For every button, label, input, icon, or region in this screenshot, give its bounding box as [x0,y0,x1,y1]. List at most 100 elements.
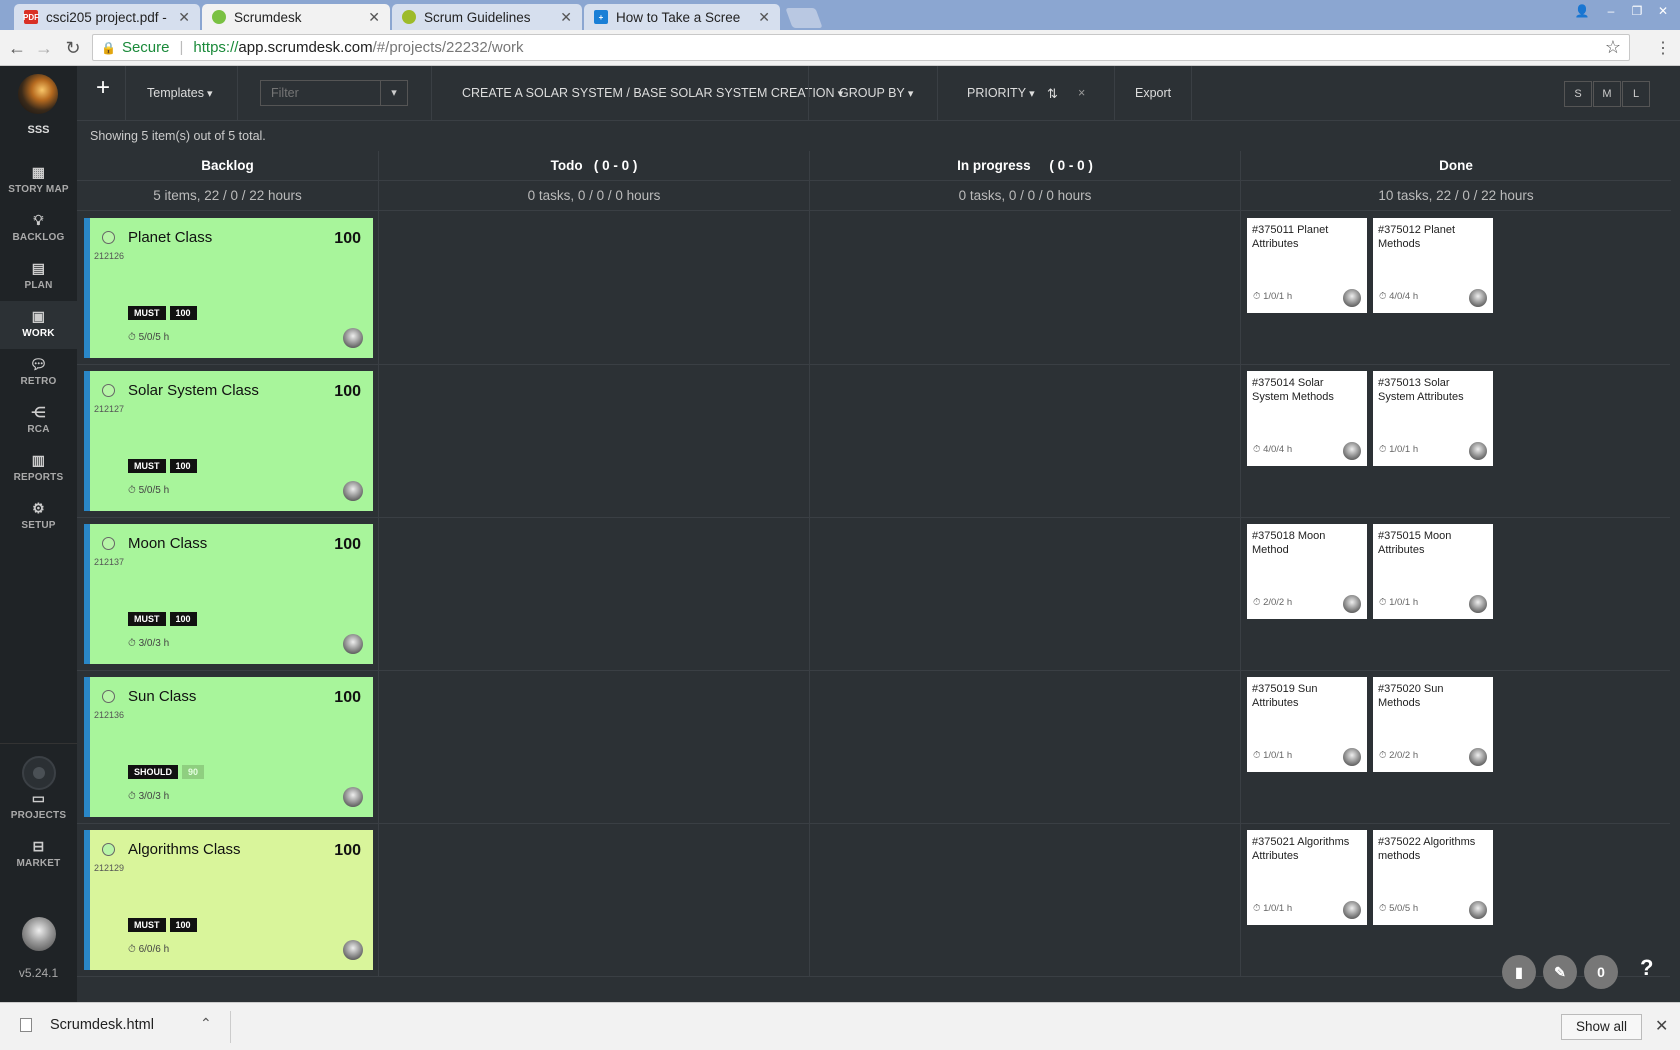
sprint-breadcrumb-dropdown[interactable]: CREATE A SOLAR SYSTEM / BASE SOLAR SYSTE… [462,86,843,100]
show-all-button[interactable]: Show all [1561,1014,1642,1040]
moscow-badge: MUST [128,459,166,473]
task-card[interactable]: #375021 Algorithms Attributes ⏱ 1/0/1 h [1247,830,1367,925]
assignee-avatar[interactable] [343,328,363,348]
business-value-badge: 100 [169,306,197,320]
sidebar-item-story-map[interactable]: ▦ STORY MAP [0,157,77,205]
task-title: #375011 Planet Attributes [1252,224,1329,250]
new-tab-button[interactable] [785,8,823,28]
story-card[interactable]: Algorithms Class 212129 100 MUST 100 ⏱ 6… [84,830,373,970]
browser-menu-icon[interactable]: ⋮ [1655,38,1671,58]
profile-icon[interactable]: 👤 [1570,2,1594,20]
story-card[interactable]: Solar System Class 212127 100 MUST 100 ⏱… [84,371,373,511]
assignee-avatar[interactable] [1469,289,1487,307]
restore-icon[interactable]: ❐ [1625,2,1649,20]
assignee-avatar[interactable] [1343,595,1361,613]
add-item-button[interactable]: + [91,74,115,102]
clear-sort-button[interactable]: × [1078,86,1085,100]
export-button[interactable]: Export [1135,86,1171,100]
task-card[interactable]: #375020 Sun Methods ⏱ 2/0/2 h [1373,677,1493,772]
sidebar-item-label: RCA [27,424,50,435]
user-avatar[interactable] [22,917,56,951]
sidebar-item-label: PLAN [24,280,53,291]
filter-dropdown-button[interactable]: ▾ [380,80,408,106]
tab-label: csci205 project.pdf - [46,9,167,25]
sidebar-item-work[interactable]: ▣ WORK [0,301,77,349]
browser-tab-pdf[interactable]: PDF csci205 project.pdf - ✕ [14,4,200,30]
chevron-up-icon[interactable]: ⌃ [200,1015,212,1032]
task-card[interactable]: #375012 Planet Methods ⏱ 4/0/4 h [1373,218,1493,313]
assignee-avatar[interactable] [1469,442,1487,460]
close-icon[interactable]: ✕ [560,9,572,26]
assignee-avatar[interactable] [343,787,363,807]
url-path: /#/projects/22232/work [372,39,524,56]
task-card[interactable]: #375011 Planet Attributes ⏱ 1/0/1 h [1247,218,1367,313]
sidebar-item-retro[interactable]: 💬︎ RETRO [0,349,77,397]
close-icon[interactable]: ✕ [178,9,190,26]
task-card[interactable]: #375015 Moon Attributes ⏱ 1/0/1 h [1373,524,1493,619]
priority-sort-dropdown[interactable]: PRIORITY [967,86,1035,100]
browser-tab-scrum-guidelines[interactable]: Scrum Guidelines ✕ [392,4,582,30]
story-card[interactable]: Sun Class 212136 100 SHOULD 90 ⏱ 3/0/3 h [84,677,373,817]
task-card[interactable]: #375013 Solar System Attributes ⏱ 1/0/1 … [1373,371,1493,466]
sidebar-item-reports[interactable]: ▥ REPORTS [0,445,77,493]
bookmark-star-icon[interactable]: ☆ [1605,37,1621,58]
sidebar-item-projects[interactable]: ▭ PROJECTS [0,783,77,831]
close-icon[interactable]: ✕ [368,9,380,26]
reload-icon[interactable]: ↻ [63,38,83,58]
download-item[interactable]: Scrumdesk.html [20,1017,154,1033]
group-by-dropdown[interactable]: GROUP BY [839,86,913,100]
close-icon[interactable]: ✕ [1655,1016,1668,1036]
assignee-avatar[interactable] [1469,748,1487,766]
story-status-radio[interactable] [102,690,115,703]
assignee-avatar[interactable] [343,481,363,501]
assignee-avatar[interactable] [1343,289,1361,307]
assignee-avatar[interactable] [343,634,363,654]
briefcase-icon: ▣ [31,308,46,324]
sidebar-item-backlog[interactable]: 💡︎ BACKLOG [0,205,77,253]
minimize-icon[interactable]: – [1599,2,1623,20]
assignee-avatar[interactable] [1469,901,1487,919]
browser-tab-scrumdesk[interactable]: Scrumdesk ✕ [202,4,390,30]
sidebar-item-setup[interactable]: ⚙ SETUP [0,493,77,541]
size-s-button[interactable]: S [1564,81,1592,107]
assignee-avatar[interactable] [1343,442,1361,460]
back-icon[interactable]: ← [7,38,27,58]
notification-counter[interactable]: 0 [1584,955,1618,989]
task-card[interactable]: #375014 Solar System Methods ⏱ 4/0/4 h [1247,371,1367,466]
story-status-radio[interactable] [102,843,115,856]
story-status-radio[interactable] [102,537,115,550]
story-card[interactable]: Planet Class 212126 100 MUST 100 ⏱ 5/0/5… [84,218,373,358]
project-logo[interactable] [18,74,58,114]
assignee-avatar[interactable] [1343,901,1361,919]
task-title: #375018 Moon Method [1252,530,1326,556]
task-card[interactable]: #375018 Moon Method ⏱ 2/0/2 h [1247,524,1367,619]
task-time-value: 1/0/1 h [1263,750,1293,761]
business-value-badge: 100 [169,459,197,473]
task-title: #375022 Algorithms methods [1378,836,1476,862]
task-card[interactable]: #375022 Algorithms methods ⏱ 5/0/5 h [1373,830,1493,925]
pencil-icon[interactable]: ✎ [1543,955,1577,989]
help-icon[interactable]: ? [1640,955,1653,981]
close-icon[interactable]: ✕ [758,9,770,26]
sidebar-item-market[interactable]: ⊟ MARKET [0,831,77,879]
browser-tab-screenshot[interactable]: + How to Take a Scree ✕ [584,4,780,30]
assignee-avatar[interactable] [1469,595,1487,613]
story-status-radio[interactable] [102,231,115,244]
size-l-button[interactable]: L [1622,81,1650,107]
url-input[interactable]: 🔒 Secure | https:// app.scrumdesk.com /#… [92,34,1630,61]
close-window-icon[interactable]: ✕ [1651,2,1675,20]
assignee-avatar[interactable] [1343,748,1361,766]
forward-icon[interactable]: → [34,38,54,58]
task-card[interactable]: #375019 Sun Attributes ⏱ 1/0/1 h [1247,677,1367,772]
story-time: ⏱ 6/0/6 h [128,944,170,955]
sort-order-icon[interactable]: ⇅ [1047,86,1058,102]
sidebar-item-rca[interactable]: ⋲ RCA [0,397,77,445]
templates-dropdown[interactable]: Templates [147,86,213,100]
assignee-avatar[interactable] [343,940,363,960]
story-status-radio[interactable] [102,384,115,397]
moscow-badge: SHOULD [128,765,178,779]
sidebar-item-plan[interactable]: ▤ PLAN [0,253,77,301]
story-card[interactable]: Moon Class 212137 100 MUST 100 ⏱ 3/0/3 h [84,524,373,664]
size-m-button[interactable]: M [1593,81,1621,107]
note-icon[interactable]: ▮ [1502,955,1536,989]
